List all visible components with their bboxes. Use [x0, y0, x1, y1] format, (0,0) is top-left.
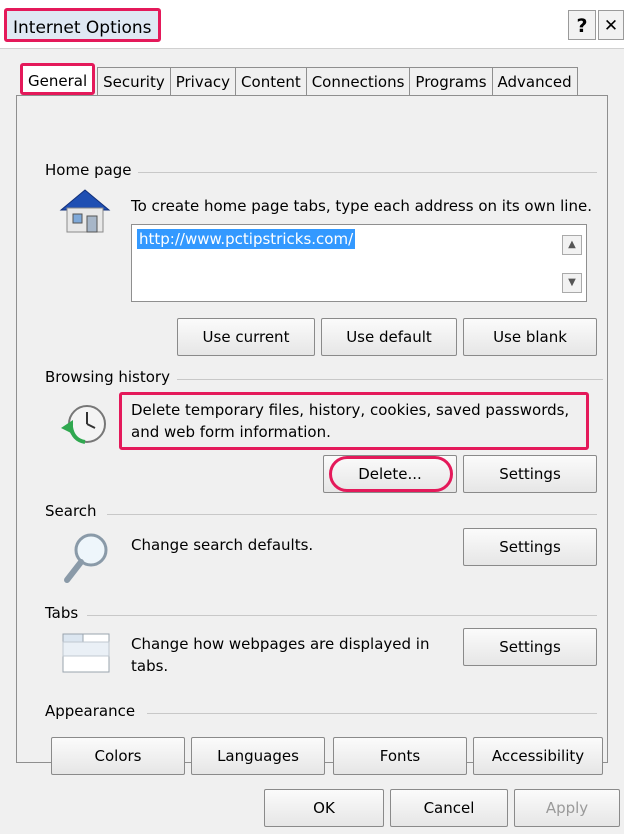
scroll-down-icon[interactable]: ▼ [562, 273, 582, 293]
search-settings-button[interactable]: Settings [463, 528, 597, 566]
use-blank-button[interactable]: Use blank [463, 318, 597, 356]
search-label: Search [45, 502, 103, 520]
tabs-label: Tabs [45, 604, 85, 622]
tab-security[interactable]: Security [97, 67, 171, 95]
accessibility-button[interactable]: Accessibility [473, 737, 603, 775]
history-clock-icon [61, 405, 106, 444]
tab-general[interactable]: General [20, 63, 96, 95]
cancel-button[interactable]: Cancel [390, 789, 508, 827]
tabs-description-line1: Change how webpages are displayed in [131, 635, 430, 653]
tabs-description-line2: tabs. [131, 657, 169, 675]
languages-button[interactable]: Languages [191, 737, 325, 775]
tabs-settings-button[interactable]: Settings [463, 628, 597, 666]
dialog-body: General Security Privacy Content Connect… [0, 48, 624, 834]
use-default-button[interactable]: Use default [321, 318, 457, 356]
tabs-window-icon [62, 633, 110, 673]
tab-advanced[interactable]: Advanced [491, 67, 578, 95]
title-bar: Internet Options ? ✕ [0, 0, 624, 48]
magnifier-icon [64, 533, 108, 583]
home-page-url-text: http://www.pctipstricks.com/ [137, 229, 356, 249]
browsing-history-label: Browsing history [45, 368, 176, 386]
search-divider [107, 514, 597, 515]
general-panel: Home page To create home page tabs, type… [16, 95, 608, 775]
scroll-up-icon[interactable]: ▲ [562, 235, 582, 255]
fonts-button[interactable]: Fonts [333, 737, 467, 775]
home-page-description: To create home page tabs, type each addr… [131, 197, 592, 215]
appearance-label: Appearance [45, 702, 142, 720]
use-current-button[interactable]: Use current [177, 318, 315, 356]
tab-connections[interactable]: Connections [305, 67, 411, 95]
browsing-history-divider [177, 379, 603, 380]
browsing-history-description-line1: Delete temporary files, history, cookies… [131, 401, 570, 419]
home-page-label: Home page [45, 161, 138, 179]
home-icon [59, 189, 111, 233]
tab-privacy[interactable]: Privacy [169, 67, 237, 95]
ok-button[interactable]: OK [264, 789, 384, 827]
delete-button-highlight [329, 456, 453, 492]
tab-strip: General Security Privacy Content Connect… [20, 63, 578, 95]
appearance-divider [147, 713, 597, 714]
window-title: Internet Options [4, 8, 161, 42]
apply-button[interactable]: Apply [514, 789, 620, 827]
help-button[interactable]: ? [568, 10, 596, 40]
home-page-url-input[interactable]: http://www.pctipstricks.com/ ▲ ▼ [131, 224, 587, 302]
tabs-divider [87, 615, 597, 616]
tab-content[interactable]: Content [235, 67, 307, 95]
home-page-divider [107, 172, 597, 173]
browsing-history-settings-button[interactable]: Settings [463, 455, 597, 493]
colors-button[interactable]: Colors [51, 737, 185, 775]
browsing-history-description-line2: and web form information. [131, 423, 331, 441]
close-button[interactable]: ✕ [598, 10, 624, 40]
tab-programs[interactable]: Programs [409, 67, 493, 95]
search-description: Change search defaults. [131, 536, 314, 554]
